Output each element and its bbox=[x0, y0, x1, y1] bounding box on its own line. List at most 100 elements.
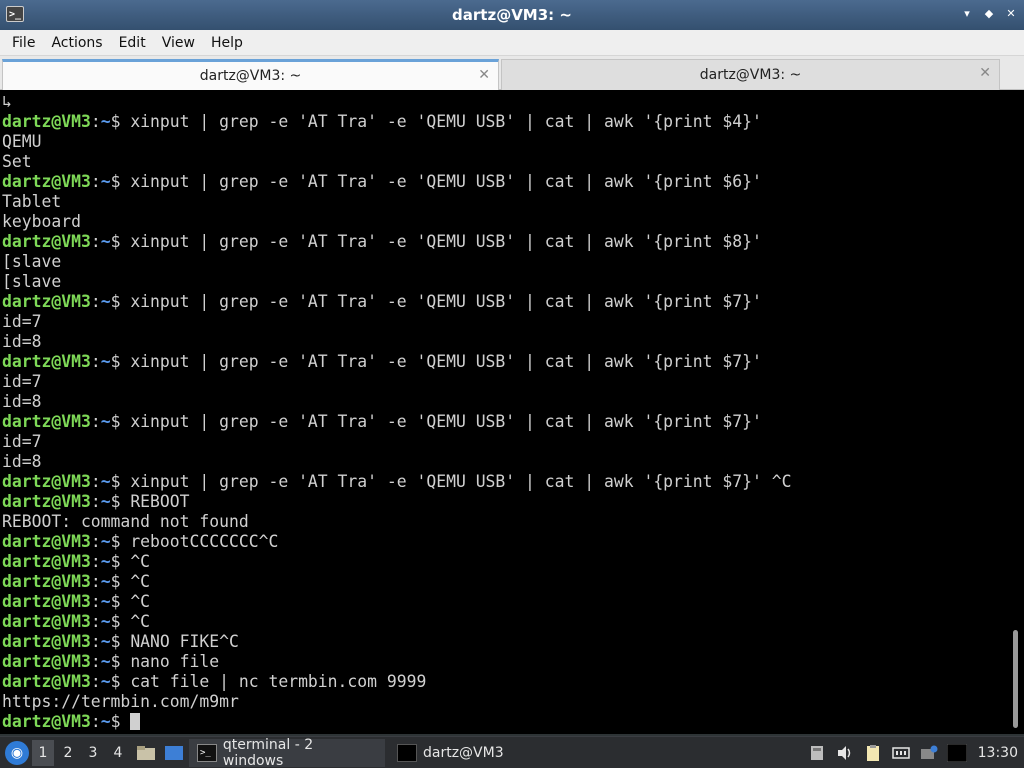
prompt-user: dartz@VM3 bbox=[2, 532, 91, 551]
line-text: QEMU bbox=[2, 132, 42, 151]
prompt-sigil: $ bbox=[110, 352, 131, 371]
scrollbar-thumb[interactable] bbox=[1013, 630, 1018, 728]
network-icon[interactable] bbox=[890, 742, 912, 764]
desktop-switch-2[interactable]: 2 bbox=[57, 740, 79, 766]
terminal-tray-icon[interactable] bbox=[946, 742, 968, 764]
menu-help[interactable]: Help bbox=[203, 30, 251, 56]
prompt-path: ~ bbox=[100, 632, 111, 651]
prompt-separator: : bbox=[90, 232, 101, 251]
clipboard-icon[interactable] bbox=[862, 742, 884, 764]
prompt-separator: : bbox=[90, 352, 101, 371]
taskbar-panel: ◉ 1 2 3 4 >_ qterminal - 2 windows dartz… bbox=[0, 736, 1024, 768]
menu-file[interactable]: File bbox=[4, 30, 43, 56]
prompt-path: ~ bbox=[100, 672, 111, 691]
terminal-output-line: ↳ bbox=[2, 92, 1007, 112]
tab-close-icon[interactable]: ✕ bbox=[979, 65, 991, 81]
prompt-path: ~ bbox=[100, 572, 111, 591]
terminal-command-line: dartz@VM3:~$ cat file | nc termbin.com 9… bbox=[2, 672, 1007, 692]
window-title: dartz@VM3: ~ bbox=[452, 6, 572, 24]
desktop-switch-3[interactable]: 3 bbox=[82, 740, 104, 766]
terminal-output: ↳ dartz@VM3:~$ xinput | grep -e 'AT Tra' … bbox=[2, 92, 1007, 732]
prompt-sigil: $ bbox=[110, 112, 131, 131]
prompt-separator: : bbox=[90, 572, 101, 591]
prompt-path: ~ bbox=[100, 232, 111, 251]
terminal-output-line: REBOOT: command not found bbox=[2, 512, 1007, 532]
line-text: REBOOT: command not found bbox=[2, 512, 249, 531]
prompt-separator: : bbox=[90, 632, 101, 651]
line-text: REBOOT bbox=[130, 492, 190, 511]
lubuntu-logo-icon[interactable]: ◉ bbox=[5, 740, 29, 765]
terminal-command-line: dartz@VM3:~$ xinput | grep -e 'AT Tra' -… bbox=[2, 112, 1007, 132]
prompt-user: dartz@VM3 bbox=[2, 232, 91, 251]
line-text: [slave bbox=[2, 272, 62, 291]
terminal-output-line: id=8 bbox=[2, 332, 1007, 352]
line-text: cat file | nc termbin.com 9999 bbox=[130, 672, 427, 691]
line-text: [slave bbox=[2, 252, 62, 271]
prompt-path: ~ bbox=[100, 552, 111, 571]
prompt-path: ~ bbox=[100, 592, 111, 611]
text-cursor bbox=[130, 713, 141, 730]
tab-close-icon[interactable]: ✕ bbox=[478, 67, 490, 83]
terminal-scrollbar[interactable] bbox=[1012, 90, 1020, 734]
menu-edit[interactable]: Edit bbox=[111, 30, 154, 56]
folder-icon[interactable] bbox=[135, 742, 157, 764]
line-text: ↳ bbox=[2, 92, 12, 111]
prompt-user: dartz@VM3 bbox=[2, 712, 91, 731]
prompt-user: dartz@VM3 bbox=[2, 672, 91, 691]
terminal-command-line: dartz@VM3:~$ NANO FIKE^C bbox=[2, 632, 1007, 652]
line-text: https://termbin.com/m9mr bbox=[2, 692, 239, 711]
close-icon[interactable]: ✕ bbox=[1004, 7, 1018, 21]
terminal-window-icon bbox=[397, 743, 417, 762]
line-text: ^C bbox=[130, 592, 151, 611]
prompt-user: dartz@VM3 bbox=[2, 472, 91, 491]
clock[interactable]: 13:30 bbox=[978, 745, 1018, 761]
terminal-view[interactable]: ↳ dartz@VM3:~$ xinput | grep -e 'AT Tra' … bbox=[0, 90, 1024, 734]
prompt-user: dartz@VM3 bbox=[2, 412, 91, 431]
terminal-command-line: dartz@VM3:~$ xinput | grep -e 'AT Tra' -… bbox=[2, 472, 1007, 492]
terminal-output-line: id=8 bbox=[2, 452, 1007, 472]
system-tray: 13:30 bbox=[800, 737, 1024, 768]
line-text: xinput | grep -e 'AT Tra' -e 'QEMU USB' … bbox=[130, 172, 762, 191]
tab-terminal-2[interactable]: dartz@VM3: ~ ✕ bbox=[501, 59, 1000, 90]
line-text: id=8 bbox=[2, 332, 42, 351]
prompt-sigil: $ bbox=[110, 592, 131, 611]
line-text: xinput | grep -e 'AT Tra' -e 'QEMU USB' … bbox=[130, 292, 762, 311]
prompt-path: ~ bbox=[100, 612, 111, 631]
prompt-separator: : bbox=[90, 532, 101, 551]
line-text: ^C bbox=[130, 552, 151, 571]
window-titlebar[interactable]: >_ dartz@VM3: ~ ▾ ◆ ✕ bbox=[0, 0, 1024, 30]
desktop-switch-4[interactable]: 4 bbox=[107, 740, 129, 766]
line-text: id=8 bbox=[2, 452, 42, 471]
prompt-separator: : bbox=[90, 592, 101, 611]
prompt-path: ~ bbox=[100, 172, 111, 191]
prompt-separator: : bbox=[90, 472, 101, 491]
prompt-user: dartz@VM3 bbox=[2, 652, 91, 671]
menu-actions[interactable]: Actions bbox=[43, 30, 110, 56]
terminal-icon: >_ bbox=[197, 743, 217, 762]
terminal-output-line: Tablet bbox=[2, 192, 1007, 212]
menu-view[interactable]: View bbox=[154, 30, 203, 56]
task-dartz-vm3[interactable]: dartz@VM3 bbox=[389, 739, 589, 767]
prompt-sigil: $ bbox=[110, 672, 131, 691]
notification-icon[interactable] bbox=[918, 742, 940, 764]
terminal-command-line: dartz@VM3:~$ ^C bbox=[2, 612, 1007, 632]
prompt-user: dartz@VM3 bbox=[2, 292, 91, 311]
window-controls: ▾ ◆ ✕ bbox=[960, 7, 1018, 21]
line-text: xinput | grep -e 'AT Tra' -e 'QEMU USB' … bbox=[130, 352, 762, 371]
removable-media-icon[interactable] bbox=[806, 742, 828, 764]
terminal-output-line: id=7 bbox=[2, 312, 1007, 332]
prompt-path: ~ bbox=[100, 712, 111, 731]
task-qterminal[interactable]: >_ qterminal - 2 windows bbox=[189, 737, 385, 768]
tab-terminal-1[interactable]: dartz@VM3: ~ ✕ bbox=[2, 59, 499, 90]
prompt-user: dartz@VM3 bbox=[2, 592, 91, 611]
minimize-icon[interactable]: ▾ bbox=[960, 7, 974, 21]
desktop-switch-1[interactable]: 1 bbox=[32, 739, 54, 766]
prompt-separator: : bbox=[90, 552, 101, 571]
show-desktop-icon[interactable] bbox=[163, 742, 185, 764]
volume-icon[interactable] bbox=[834, 742, 856, 764]
line-text: xinput | grep -e 'AT Tra' -e 'QEMU USB' … bbox=[130, 112, 762, 131]
prompt-sigil: $ bbox=[110, 652, 131, 671]
prompt-path: ~ bbox=[100, 492, 111, 511]
prompt-user: dartz@VM3 bbox=[2, 172, 91, 191]
maximize-icon[interactable]: ◆ bbox=[982, 7, 996, 21]
